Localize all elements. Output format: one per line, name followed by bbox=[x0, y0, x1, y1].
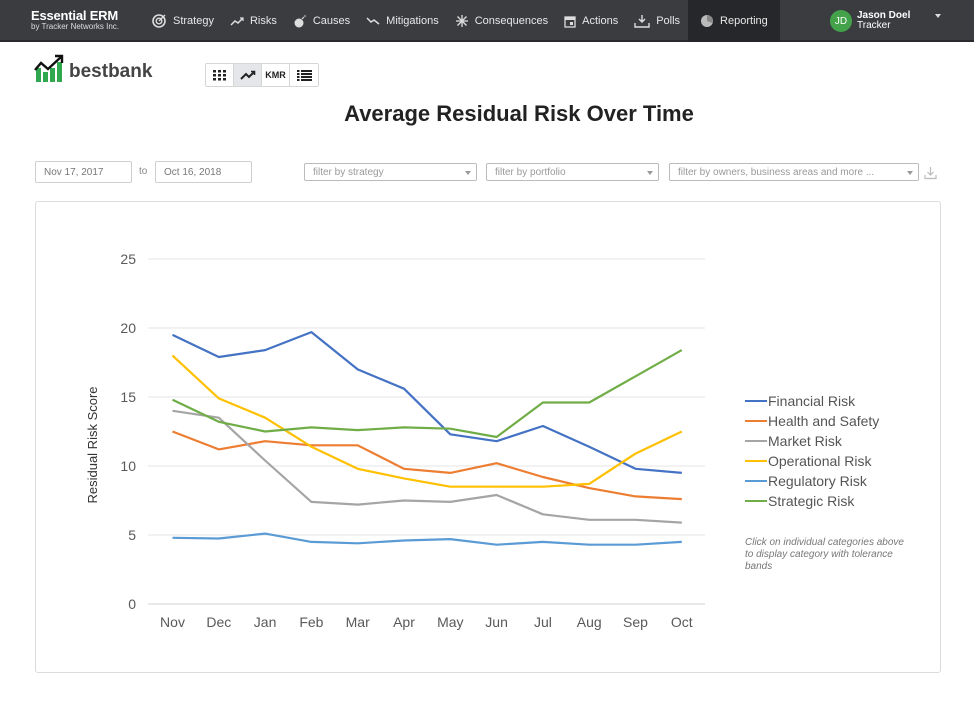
chart-legend: Financial Risk Health and Safety Market Ri… bbox=[745, 391, 879, 511]
org-logo: bestbank bbox=[34, 54, 152, 82]
owners-filter-placeholder: filter by owners, business areas and mor… bbox=[678, 167, 875, 178]
chevron-down-icon bbox=[907, 171, 913, 175]
nav-label: Mitigations bbox=[386, 15, 439, 27]
org-name: bestbank bbox=[69, 61, 153, 82]
legend-label: Operational Risk bbox=[768, 453, 872, 469]
legend-swatch bbox=[745, 500, 767, 502]
trend-up-icon bbox=[230, 17, 244, 26]
portfolio-filter-placeholder: filter by portfolio bbox=[495, 167, 566, 178]
nav-label: Actions bbox=[582, 15, 619, 27]
calendar-icon bbox=[564, 15, 576, 28]
legend-swatch bbox=[745, 480, 767, 482]
kmr-view-tab[interactable]: KMR bbox=[262, 64, 290, 86]
nav-item-strategy[interactable]: Strategy bbox=[143, 0, 222, 42]
date-range-to-label: to bbox=[139, 166, 148, 177]
legend-label: Strategic Risk bbox=[768, 493, 855, 509]
target-icon bbox=[152, 14, 166, 28]
nav-label: Strategy bbox=[173, 15, 214, 27]
owners-filter-select[interactable]: filter by owners, business areas and mor… bbox=[669, 163, 919, 181]
strategy-filter-placeholder: filter by strategy bbox=[313, 167, 384, 178]
user-menu[interactable]: JD Jason Doel Tracker bbox=[830, 10, 910, 32]
date-from-input[interactable]: Nov 17, 2017 bbox=[35, 161, 132, 183]
strategy-filter-select[interactable]: filter by strategy bbox=[304, 163, 477, 181]
top-nav-bar: Essential ERM by Tracker Networks Inc. S… bbox=[0, 0, 974, 42]
nav-item-consequences[interactable]: Consequences bbox=[447, 0, 556, 42]
list-view-tab[interactable] bbox=[290, 64, 318, 86]
bestbank-logo-icon bbox=[34, 54, 64, 82]
trend-line-icon bbox=[239, 70, 255, 80]
legend-item-strategic-risk[interactable]: Strategic Risk bbox=[745, 491, 879, 511]
grid-view-tab[interactable] bbox=[206, 64, 234, 86]
app-title: Essential ERM bbox=[31, 8, 118, 23]
legend-item-health-and-safety[interactable]: Health and Safety bbox=[745, 411, 879, 431]
legend-item-market-risk[interactable]: Market Risk bbox=[745, 431, 879, 451]
legend-label: Health and Safety bbox=[768, 413, 880, 429]
nav-item-risks[interactable]: Risks bbox=[222, 0, 285, 42]
date-to-input[interactable]: Oct 16, 2018 bbox=[155, 161, 252, 183]
legend-item-operational-risk[interactable]: Operational Risk bbox=[745, 451, 879, 471]
chart-title: Average Residual Risk Over Time bbox=[344, 101, 694, 126]
nav-label: Consequences bbox=[474, 15, 549, 27]
view-switcher: KMR bbox=[205, 63, 319, 87]
legend-swatch bbox=[745, 460, 767, 462]
bomb-icon bbox=[294, 15, 306, 28]
list-icon bbox=[296, 69, 312, 81]
portfolio-filter-select[interactable]: filter by portfolio bbox=[486, 163, 659, 181]
user-menu-caret-icon[interactable] bbox=[935, 14, 941, 18]
legend-swatch bbox=[745, 400, 767, 402]
burst-icon bbox=[455, 15, 468, 27]
nav-label: Reporting bbox=[720, 15, 768, 27]
download-icon[interactable] bbox=[924, 166, 937, 180]
nav-item-reporting[interactable]: Reporting bbox=[688, 0, 780, 42]
nav-item-causes[interactable]: Causes bbox=[285, 0, 358, 42]
main-nav: Strategy Risks Causes Mitigations Conseq… bbox=[143, 0, 780, 42]
avatar: JD bbox=[830, 10, 852, 32]
inbox-download-icon bbox=[634, 15, 650, 28]
app-subtitle: by Tracker Networks Inc. bbox=[31, 22, 120, 31]
legend-label: Market Risk bbox=[768, 433, 842, 449]
nav-label: Causes bbox=[312, 15, 351, 27]
trend-view-tab[interactable] bbox=[234, 64, 262, 86]
chevron-down-icon bbox=[465, 171, 471, 175]
user-role: Tracker bbox=[857, 20, 891, 31]
nav-label: Risks bbox=[249, 15, 277, 27]
pie-chart-icon bbox=[701, 15, 714, 27]
legend-swatch bbox=[745, 440, 767, 442]
app-brand[interactable]: Essential ERM by Tracker Networks Inc. bbox=[31, 9, 119, 31]
legend-label: Financial Risk bbox=[768, 393, 856, 409]
nav-item-actions[interactable]: Actions bbox=[556, 0, 626, 42]
legend-item-regulatory-risk[interactable]: Regulatory Risk bbox=[745, 471, 879, 491]
legend-hint-text: Click on individual categories above to … bbox=[745, 537, 904, 572]
nav-item-mitigations[interactable]: Mitigations bbox=[358, 0, 447, 42]
nav-item-polls[interactable]: Polls bbox=[626, 0, 688, 42]
legend-label: Regulatory Risk bbox=[768, 473, 867, 489]
chevron-down-icon bbox=[647, 171, 653, 175]
legend-item-financial-risk[interactable]: Financial Risk bbox=[745, 391, 879, 411]
nav-label: Polls bbox=[656, 15, 681, 27]
legend-swatch bbox=[745, 420, 767, 422]
grid-icon bbox=[213, 69, 226, 80]
trend-down-icon bbox=[366, 17, 380, 25]
